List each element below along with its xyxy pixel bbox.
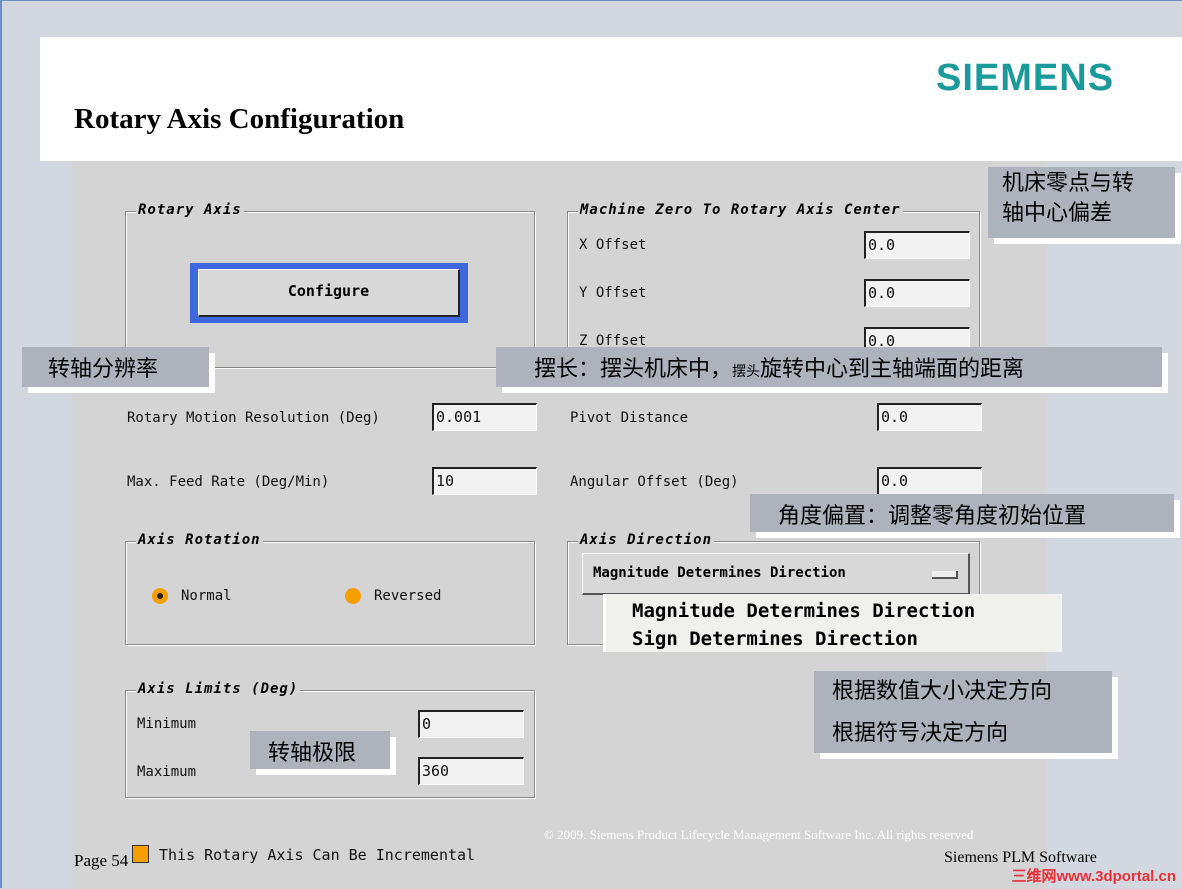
dropdown-value: Magnitude Determines Direction — [593, 565, 846, 581]
group-title: Rotary Axis — [136, 202, 244, 218]
group-title: Axis Direction — [578, 532, 715, 548]
callout-resolution: 转轴分辨率 — [22, 347, 209, 387]
minimum-input[interactable]: 0 — [418, 710, 524, 738]
callout-angular: 角度偏置：调整零角度初始位置 — [750, 494, 1174, 532]
y-offset-input[interactable]: 0.0 — [864, 279, 970, 307]
watermark: 三维网www.3dportal.cn — [1011, 868, 1176, 885]
copyright: © 2009. Siemens Product Lifecycle Manage… — [544, 827, 974, 842]
feed-rate-label: Max. Feed Rate (Deg/Min) — [127, 474, 330, 490]
callout-text: 旋转中心到主轴端面的距离 — [760, 357, 1025, 382]
dropdown-indicator-icon — [932, 571, 958, 579]
axis-direction-dropdown[interactable]: Magnitude Determines Direction — [582, 553, 970, 595]
maximum-label: Maximum — [137, 764, 197, 780]
angular-offset-label: Angular Offset (Deg) — [570, 474, 739, 490]
y-offset-label: Y Offset — [579, 285, 647, 301]
angular-offset-input[interactable]: 0.0 — [877, 467, 982, 495]
callout-direction: 根据数值大小决定方向 根据符号决定方向 — [814, 671, 1112, 753]
callout-offset: 机床零点与转 轴中心偏差 — [988, 167, 1175, 238]
menu-item-magnitude[interactable]: Magnitude Determines Direction — [632, 597, 1036, 625]
siemens-logo: SIEMENS — [936, 57, 1115, 99]
normal-label: Normal — [181, 588, 232, 604]
group-title: Machine Zero To Rotary Axis Center — [578, 202, 903, 218]
reversed-label: Reversed — [374, 588, 442, 604]
callout-text: 根据数值大小决定方向 — [832, 679, 1053, 704]
callout-text-small: 摆头 — [732, 364, 761, 380]
configure-button[interactable]: Configure — [198, 269, 460, 317]
configure-focus-ring: Configure — [190, 263, 468, 323]
group-title: Axis Rotation — [136, 532, 263, 548]
incremental-checkbox[interactable] — [132, 845, 149, 863]
callout-text: 根据符号决定方向 — [832, 721, 1009, 746]
resolution-input[interactable]: 0.001 — [432, 403, 537, 431]
maximum-input[interactable]: 360 — [418, 757, 524, 785]
x-offset-label: X Offset — [579, 237, 647, 253]
callout-pivot: 摆长：摆头机床中，摆头旋转中心到主轴端面的距离 — [496, 347, 1162, 387]
minimum-label: Minimum — [137, 716, 197, 732]
page-number: Page 54 — [74, 851, 129, 870]
page-title: Rotary Axis Configuration — [74, 103, 405, 135]
resolution-label: Rotary Motion Resolution (Deg) — [127, 410, 380, 426]
pivot-distance-label: Pivot Distance — [570, 410, 689, 426]
direction-menu: Magnitude Determines Direction Sign Dete… — [606, 594, 1062, 652]
callout-text: 摆长：摆头机床中， — [534, 357, 733, 382]
x-offset-input[interactable]: 0.0 — [864, 231, 970, 259]
pivot-distance-input[interactable]: 0.0 — [877, 403, 982, 431]
incremental-label: This Rotary Axis Can Be Incremental — [159, 846, 476, 864]
callout-limits: 转轴极限 — [250, 731, 390, 769]
reversed-radio[interactable] — [345, 588, 361, 604]
feed-rate-input[interactable]: 10 — [432, 467, 537, 495]
normal-radio[interactable] — [152, 588, 168, 604]
menu-item-sign[interactable]: Sign Determines Direction — [632, 625, 1036, 653]
group-title: Axis Limits (Deg) — [136, 681, 301, 697]
